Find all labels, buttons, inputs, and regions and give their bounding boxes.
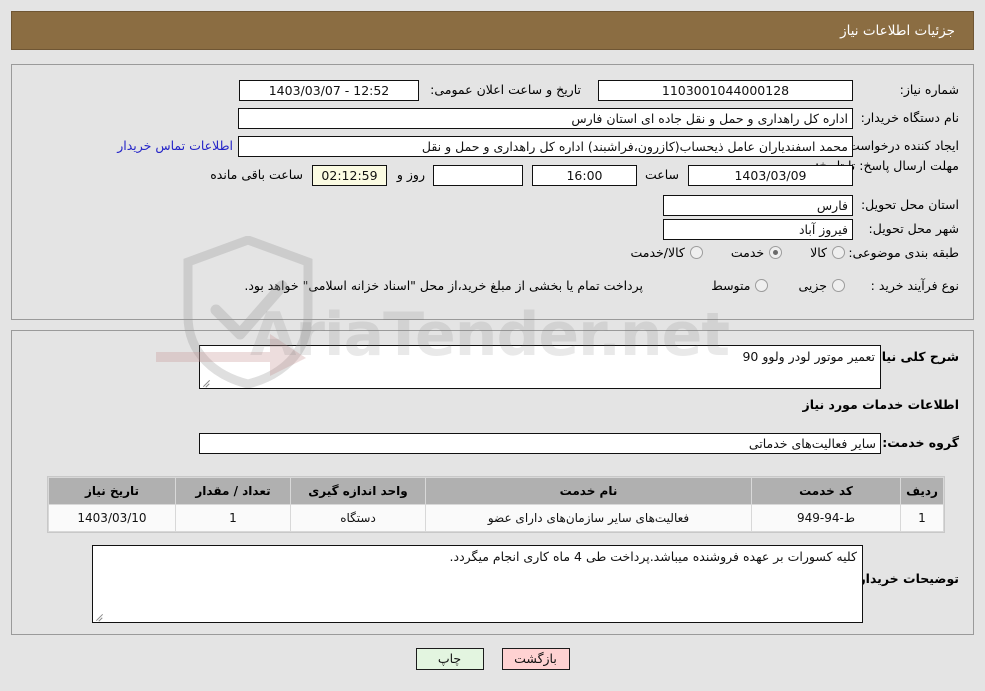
- city-label: شهر محل تحویل:: [868, 221, 959, 236]
- announce-datetime-label: تاریخ و ساعت اعلان عمومی:: [430, 82, 581, 97]
- radio-indicator-kala[interactable]: [832, 246, 845, 259]
- buyer-notes-text: کلیه کسورات بر عهده فروشنده میباشد.پرداخ…: [449, 549, 857, 564]
- th-unit: واحد اندازه گیری: [290, 477, 426, 505]
- general-desc-label: شرح کلی نیاز:: [869, 349, 959, 364]
- general-desc-label-wrap: شرح کلی نیاز:: [870, 349, 959, 364]
- service-group-label-wrap: گروه خدمت:: [882, 435, 959, 450]
- general-desc-textarea[interactable]: تعمیر موتور لودر ولوو 90: [199, 345, 881, 389]
- deadline-hour-label: ساعت: [644, 167, 679, 182]
- footer-button-row: بازگشت چاپ: [0, 648, 985, 670]
- announce-datetime-field[interactable]: 1403/03/07 - 12:52: [239, 80, 419, 101]
- deadline-time-field[interactable]: 16:00: [532, 165, 637, 186]
- need-number-label: شماره نیاز:: [899, 82, 959, 97]
- remaining-suffix-wrap: ساعت باقی مانده: [210, 167, 303, 182]
- cell-date: 1403/03/10: [48, 504, 176, 532]
- radio-indicator-kala-khedmat[interactable]: [689, 246, 703, 259]
- process-radio-jozii[interactable]: جزیی: [798, 278, 845, 293]
- th-qty: تعداد / مقدار: [175, 477, 291, 505]
- back-button[interactable]: بازگشت: [501, 648, 570, 670]
- province-label: استان محل تحویل:: [860, 197, 959, 212]
- services-section-heading: اطلاعات خدمات مورد نیاز: [802, 397, 960, 412]
- buyer-notes-label-wrap: توضیحات خریدار:: [853, 571, 959, 586]
- buyer-org-label: نام دستگاه خریدار:: [860, 110, 959, 125]
- process-radio-motavaset[interactable]: متوسط: [711, 278, 769, 293]
- city-label-wrap: شهر محل تحویل:: [869, 221, 959, 236]
- process-radio-motavaset-label: متوسط: [711, 278, 751, 293]
- deadline-date-field[interactable]: 1403/03/09: [688, 165, 853, 186]
- category-label: طبقه بندی موضوعی:: [848, 245, 959, 260]
- th-date: تاریخ نیاز: [48, 477, 176, 505]
- cell-name: فعالیت‌های سایر سازمان‌های دارای عضو: [425, 504, 752, 532]
- category-radio-kala[interactable]: کالا: [810, 245, 845, 260]
- service-group-label: گروه خدمت:: [882, 435, 959, 450]
- th-index: ردیف: [900, 477, 944, 505]
- process-type-label: نوع فرآیند خرید :: [870, 278, 959, 293]
- cell-unit: دستگاه: [290, 504, 426, 532]
- buyer-org-field[interactable]: اداره کل راهداری و حمل و نقل جاده ای است…: [238, 108, 853, 129]
- category-radio-kala-khedmat-label: کالا/خدمت: [630, 245, 685, 260]
- th-name: نام خدمت: [425, 477, 752, 505]
- resize-grip-icon[interactable]: [202, 377, 212, 387]
- general-desc-text: تعمیر موتور لودر ولوو 90: [742, 349, 875, 364]
- process-label-wrap: نوع فرآیند خرید :: [871, 278, 959, 293]
- radio-indicator-khedmat[interactable]: [769, 246, 783, 259]
- cell-qty: 1: [175, 504, 291, 532]
- deadline-hour-label-wrap: ساعت: [645, 167, 679, 182]
- category-radio-kala-label: کالا: [810, 245, 827, 260]
- need-number-row: شماره نیاز:: [900, 82, 959, 97]
- cell-index: 1: [900, 504, 944, 532]
- service-group-field[interactable]: سایر فعالیت‌های خدماتی: [199, 433, 881, 454]
- remaining-suffix-label: ساعت باقی مانده: [210, 167, 303, 182]
- table-row: 1 ط-94-949 فعالیت‌های سایر سازمان‌های دا…: [48, 504, 944, 532]
- category-label-wrap: طبقه بندی موضوعی:: [848, 245, 959, 260]
- process-radio-jozii-label: جزیی: [798, 278, 827, 293]
- payment-note-wrap: پرداخت تمام یا بخشی از مبلغ خرید،از محل …: [244, 278, 643, 293]
- remaining-blank-field[interactable]: [433, 165, 523, 186]
- countdown-timer-field: 02:12:59: [312, 165, 387, 186]
- buyer-org-label-wrap: نام دستگاه خریدار:: [861, 110, 959, 125]
- province-label-wrap: استان محل تحویل:: [861, 197, 959, 212]
- th-code: کد خدمت: [751, 477, 901, 505]
- print-button[interactable]: چاپ: [415, 648, 484, 670]
- requester-field[interactable]: محمد اسفندیاران عامل ذیحساب(کازرون،فراشب…: [238, 136, 853, 157]
- cell-code: ط-94-949: [751, 504, 901, 532]
- days-label: روز و: [396, 167, 425, 182]
- service-items-table: ردیف کد خدمت نام خدمت واحد اندازه گیری ت…: [48, 477, 944, 532]
- requester-label: ایجاد کننده درخواست:: [843, 138, 959, 153]
- deadline-label-wrap: مهلت ارسال پاسخ: تا تاریخ:: [815, 158, 959, 174]
- announce-datetime-label-wrap: تاریخ و ساعت اعلان عمومی:: [430, 82, 581, 97]
- resize-grip-icon-notes[interactable]: [95, 611, 105, 621]
- buyer-notes-label: توضیحات خریدار:: [853, 571, 959, 586]
- buyer-notes-textarea[interactable]: کلیه کسورات بر عهده فروشنده میباشد.پرداخ…: [92, 545, 863, 623]
- radio-indicator-motavaset[interactable]: [755, 279, 769, 292]
- category-radio-kala-khedmat[interactable]: کالا/خدمت: [630, 245, 703, 260]
- buyer-contact-link[interactable]: اطلاعات تماس خریدار: [117, 138, 233, 153]
- buyer-contact-link-wrap: اطلاعات تماس خریدار: [117, 138, 233, 153]
- service-items-table-wrap: ردیف کد خدمت نام خدمت واحد اندازه گیری ت…: [47, 476, 945, 533]
- category-radio-khedmat-label: خدمت: [730, 245, 765, 260]
- days-label-wrap: روز و: [397, 167, 425, 182]
- payment-note-text: پرداخت تمام یا بخشی از مبلغ خرید،از محل …: [244, 278, 643, 293]
- province-field[interactable]: فارس: [663, 195, 853, 216]
- page-title: جزئیات اطلاعات نیاز: [840, 22, 955, 39]
- need-summary-panel: شماره نیاز: 1103001044000128 تاریخ و ساع…: [11, 64, 974, 320]
- category-radio-khedmat[interactable]: خدمت: [730, 245, 783, 260]
- category-radio-group: کالا خدمت کالا/خدمت: [630, 245, 845, 260]
- page-header-bar: جزئیات اطلاعات نیاز: [11, 11, 974, 50]
- table-header-row: ردیف کد خدمت نام خدمت واحد اندازه گیری ت…: [48, 477, 944, 505]
- radio-indicator-jozii[interactable]: [832, 279, 845, 292]
- requester-label-wrap: ایجاد کننده درخواست:: [844, 138, 959, 153]
- process-radio-group: جزیی متوسط: [711, 278, 845, 293]
- city-field[interactable]: فیروز آباد: [663, 219, 853, 240]
- need-number-field[interactable]: 1103001044000128: [598, 80, 853, 101]
